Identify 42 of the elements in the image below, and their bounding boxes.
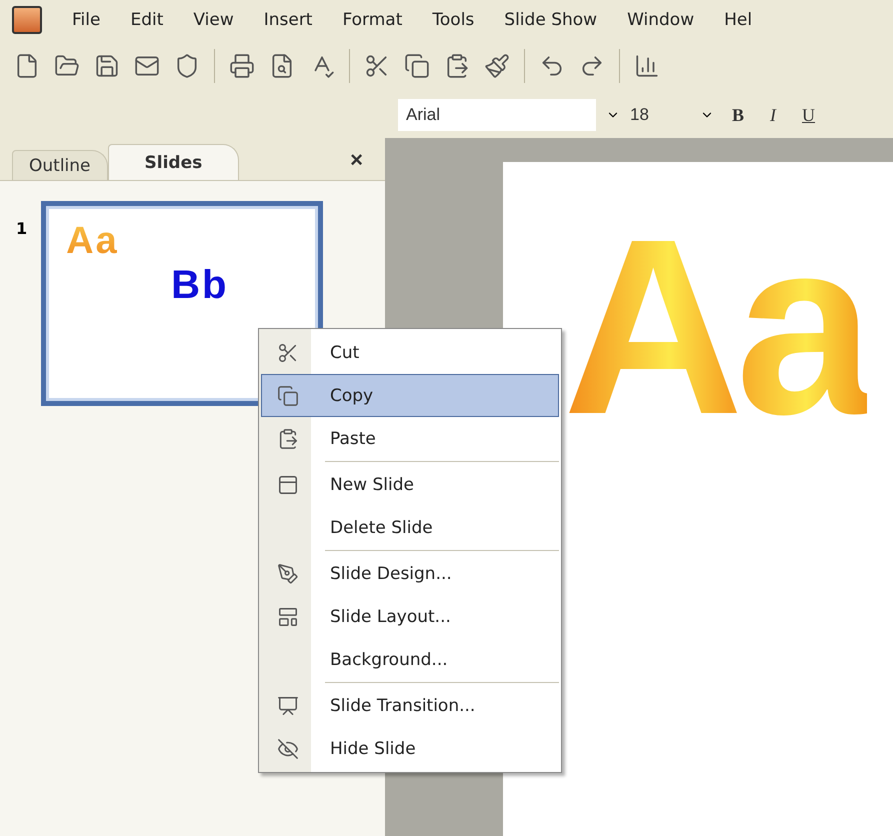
menu-option[interactable]: Slide Layout... [261,595,559,638]
menu-option[interactable]: Background... [261,638,559,681]
menu-item[interactable]: Tools [432,10,474,30]
chart-icon[interactable] [634,53,660,79]
menu-item[interactable]: Slide Show [504,10,598,30]
menu-item[interactable]: Edit [130,10,164,30]
style-button[interactable]: U [794,104,824,126]
slide-design-icon [277,562,299,584]
menu-item[interactable]: View [193,10,234,30]
copy-icon [277,384,299,406]
menu-item[interactable]: File [72,10,100,30]
menu-item[interactable]: Hel [724,10,752,30]
layout-icon [277,606,299,628]
menu-option[interactable]: Slide Design... [261,552,559,595]
print-icon[interactable] [229,53,255,79]
paste-icon [277,428,299,450]
menu-item[interactable]: Insert [264,10,312,30]
slide-thumbnail[interactable]: Aa Bb [41,201,324,406]
menu-item[interactable]: Window [627,10,694,30]
menu-option[interactable]: New Slide [261,463,559,506]
hide-slide-icon [277,738,299,760]
slide-number: 1 [16,219,28,240]
menu-option[interactable]: Hide Slide [261,727,559,770]
menu-option[interactable]: Slide Transition... [261,684,559,727]
style-button[interactable]: B [724,104,752,126]
font-field[interactable]: Arial [398,99,596,131]
thumbnail-subtitle: Bb [171,263,228,308]
close-button[interactable]: × [344,146,369,174]
menu-option[interactable]: Paste [261,417,559,460]
menu-option[interactable]: Copy [261,374,559,417]
save-icon[interactable] [94,53,120,79]
app-icon[interactable] [12,6,42,34]
menu-option[interactable]: Delete Slide [261,506,559,549]
font-size-field[interactable]: 18 [630,99,690,131]
format-painter-icon[interactable] [484,53,510,79]
copy-icon[interactable] [404,53,430,79]
new-slide-icon [277,474,299,496]
scissors-icon [277,342,299,364]
pane-tab[interactable]: Outline [12,150,108,180]
menu-item[interactable]: Format [342,10,402,30]
pane-tab[interactable]: Slides [108,144,240,180]
style-button[interactable]: I [762,104,784,126]
